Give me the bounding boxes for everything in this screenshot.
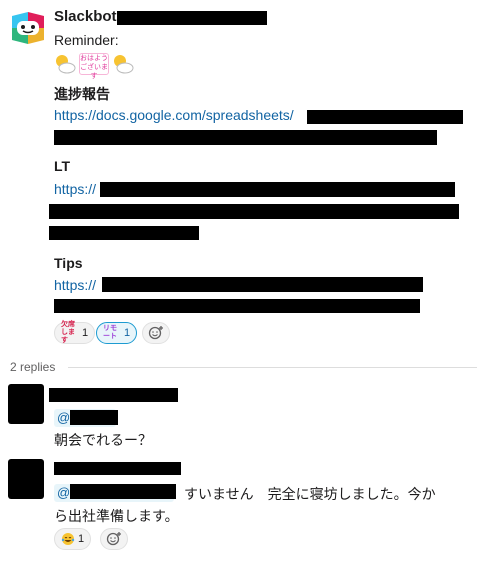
reaction-laugh[interactable]: 1 [54, 528, 92, 550]
redacted-link [54, 130, 437, 145]
section-link-tips[interactable]: https:// [54, 277, 96, 293]
redacted-user-name [49, 388, 178, 402]
reaction-remote[interactable]: リモート 1 [96, 322, 138, 344]
redacted-link [307, 110, 463, 124]
redacted-timestamp [117, 11, 267, 25]
redacted-link [100, 182, 455, 197]
add-emoji-icon [148, 326, 163, 340]
sender-name[interactable]: Slackbot [54, 8, 117, 25]
reply-avatar[interactable] [8, 384, 44, 424]
section-heading-lt: LT [54, 158, 71, 174]
redacted-link [49, 204, 459, 219]
slackbot-logo-icon [10, 10, 46, 46]
reminder-label: Reminder: [54, 32, 119, 48]
reaction-count: 1 [124, 327, 131, 339]
thread-divider [68, 367, 477, 368]
ohayou-sticker: おはようございます [79, 53, 109, 80]
reply-text-line1: すいません 完全に寝坊しました。今か [184, 486, 436, 502]
redacted-link [49, 226, 199, 240]
reaction-count: 1 [78, 533, 85, 545]
reply-text-line2: ら出社準備します。 [54, 508, 179, 524]
thread-replies-label[interactable]: 2 replies [10, 360, 55, 374]
section-link-lt[interactable]: https:// [54, 181, 96, 197]
redacted-mention-name [70, 410, 118, 425]
section-link-progress[interactable]: https://docs.google.com/spreadsheets/ [54, 107, 294, 123]
slackbot-avatar[interactable] [10, 10, 46, 46]
section-heading-tips: Tips [54, 255, 83, 271]
sun-behind-cloud-icon [114, 55, 134, 74]
redacted-link [102, 277, 423, 292]
reply-avatar[interactable] [8, 459, 44, 499]
reply-text: 朝会でれるー？ [54, 432, 152, 448]
reaction-count: 1 [82, 327, 89, 339]
absent-emoji-icon: 欠席します [61, 321, 75, 344]
add-emoji-icon [106, 532, 121, 546]
redacted-mention-name [70, 484, 176, 499]
redacted-user-name [54, 462, 181, 475]
tears-of-joy-icon [61, 533, 75, 545]
greeting-emoji-row: おはようございます [54, 52, 134, 80]
section-heading-progress: 進捗報告 [54, 86, 110, 102]
add-reaction-button[interactable] [100, 528, 128, 550]
redacted-link [54, 299, 420, 313]
add-reaction-button[interactable] [142, 322, 170, 344]
sun-behind-cloud-icon [56, 55, 76, 74]
reaction-absent[interactable]: 欠席します 1 [54, 321, 96, 344]
remote-emoji-icon: リモート [103, 325, 117, 340]
